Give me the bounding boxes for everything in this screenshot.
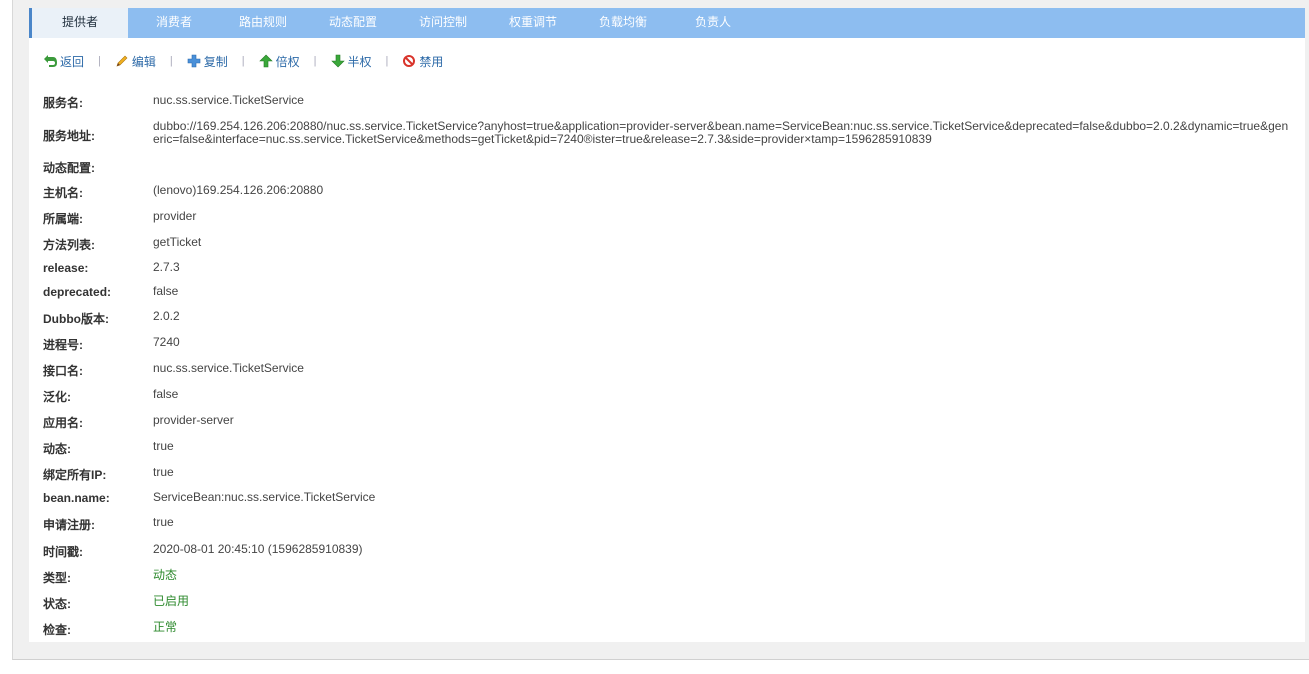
back-arrow-icon (43, 54, 57, 68)
action-toolbar: 返回 | 编辑 | 复制 | 倍权 | 半权 | 禁用 (43, 52, 443, 70)
field-label: 检查: (43, 623, 71, 637)
field-label: 动态: (43, 442, 71, 456)
field-value: 2.0.2 (153, 309, 180, 323)
field-label: release: (43, 261, 89, 275)
field-label: 泛化: (43, 390, 71, 404)
separator: | (241, 55, 245, 67)
field-value: true (153, 465, 174, 479)
separator: | (385, 55, 389, 67)
copy-button[interactable]: 复制 (187, 53, 228, 70)
back-label: 返回 (60, 54, 85, 69)
field-label: 接口名: (43, 364, 83, 378)
field-label: 动态配置: (43, 161, 95, 175)
pencil-icon (115, 54, 129, 68)
field-value: true (153, 439, 174, 453)
field-value: nuc.ss.service.TicketService (153, 93, 304, 107)
field-label: Dubbo版本: (43, 312, 109, 326)
status-value: 已启用 (153, 594, 190, 608)
field-label: 绑定所有IP: (43, 468, 107, 482)
separator: | (313, 55, 317, 67)
check-value: 正常 (153, 620, 178, 634)
field-label: bean.name: (43, 491, 110, 505)
field-label: 应用名: (43, 416, 83, 430)
tab-bar: 提供者 消费者 路由规则 动态配置 访问控制 权重调节 负载均衡 负责人 (29, 8, 1305, 38)
tab-consumers[interactable]: 消费者 (139, 8, 209, 38)
tab-load-balance[interactable]: 负载均衡 (585, 8, 661, 38)
field-label: 时间戳: (43, 545, 83, 559)
arrow-down-icon (330, 54, 345, 68)
field-value: ServiceBean:nuc.ss.service.TicketService (153, 490, 376, 504)
field-value: 2020-08-01 20:45:10 (1596285910839) (153, 542, 363, 556)
tab-owners[interactable]: 负责人 (681, 8, 745, 38)
tab-access-control[interactable]: 访问控制 (405, 8, 481, 38)
disable-label: 禁用 (419, 54, 444, 69)
field-value: nuc.ss.service.TicketService (153, 361, 304, 375)
field-value: provider (153, 209, 197, 223)
double-weight-label: 倍权 (275, 54, 300, 69)
double-weight-button[interactable]: 倍权 (258, 53, 300, 70)
field-value: 7240 (153, 335, 180, 349)
field-value: dubbo://169.254.126.206:20880/nuc.ss.ser… (153, 119, 1289, 146)
field-label: 服务地址: (43, 129, 95, 143)
tab-weights[interactable]: 权重调节 (495, 8, 571, 38)
field-label: 状态: (43, 597, 71, 611)
field-value: provider-server (153, 413, 234, 427)
field-label: 类型: (43, 571, 71, 585)
field-label: 进程号: (43, 338, 83, 352)
field-label: 方法列表: (43, 238, 95, 252)
half-weight-button[interactable]: 半权 (330, 53, 372, 70)
field-label: 所属端: (43, 212, 83, 226)
tab-providers[interactable]: 提供者 (29, 8, 128, 38)
field-label: deprecated: (43, 285, 112, 299)
copy-label: 复制 (203, 54, 228, 69)
separator: | (98, 55, 101, 67)
field-value: false (153, 284, 179, 298)
disable-button[interactable]: 禁用 (402, 53, 443, 70)
edit-label: 编辑 (131, 54, 156, 69)
field-value: (lenovo)169.254.126.206:20880 (153, 183, 324, 197)
field-value: getTicket (153, 235, 202, 249)
field-label: 申请注册: (43, 518, 95, 532)
tab-dynamic-config[interactable]: 动态配置 (315, 8, 391, 38)
provider-detail-panel: 提供者 消费者 路由规则 动态配置 访问控制 权重调节 负载均衡 负责人 返回 … (29, 8, 1305, 642)
plus-icon (187, 54, 201, 68)
field-value: false (153, 387, 179, 401)
type-value: 动态 (153, 568, 178, 582)
half-weight-label: 半权 (347, 54, 372, 69)
field-label: 主机名: (43, 186, 83, 200)
edit-button[interactable]: 编辑 (115, 53, 156, 70)
field-label: 服务名: (43, 96, 83, 110)
separator: | (169, 55, 173, 67)
back-button[interactable]: 返回 (43, 53, 84, 70)
field-value: 2.7.3 (153, 260, 180, 274)
forbidden-icon (402, 54, 416, 68)
tab-routes[interactable]: 路由规则 (225, 8, 301, 38)
arrow-up-icon (258, 54, 273, 68)
field-value: true (153, 515, 174, 529)
